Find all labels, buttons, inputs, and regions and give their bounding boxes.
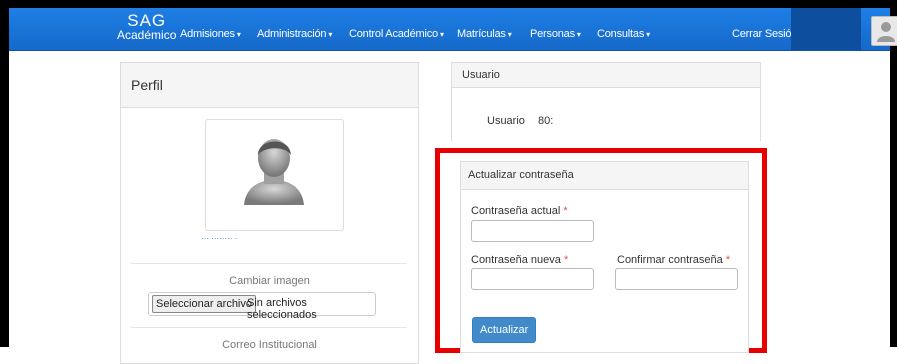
profile-panel: Perfil ··· ········ · Cambiar imagen Sel… <box>120 62 419 364</box>
file-status-text: Sin archivos seleccionados <box>247 297 317 321</box>
nav-personas[interactable]: Personas ▾ <box>530 28 581 40</box>
new-password-label-text: Contraseña nueva <box>471 254 561 266</box>
new-password-input[interactable] <box>471 268 594 290</box>
top-navbar: SAG Académico Admisiones ▾ Administración… <box>9 8 897 51</box>
nav-administracion[interactable]: Administración ▾ <box>257 28 332 40</box>
divider <box>131 327 407 328</box>
user-field-label: Usuario <box>487 115 525 127</box>
confirm-password-label: Confirmar contraseña * <box>617 254 730 266</box>
nav-label: Administración <box>257 28 327 40</box>
nav-admisiones[interactable]: Admisiones ▾ <box>180 28 241 40</box>
logout-link[interactable]: Cerrar Sesió <box>732 28 792 40</box>
brand-subtitle: Académico <box>117 28 177 42</box>
chevron-down-icon: ▾ <box>646 30 650 39</box>
user-silhouette-icon <box>244 139 304 205</box>
screen-frame-left <box>0 0 9 347</box>
screen-frame-top <box>0 0 897 8</box>
nav-control-academico[interactable]: Control Académico ▾ <box>349 28 444 40</box>
profile-photo <box>205 119 344 231</box>
new-password-label: Contraseña nueva * <box>471 254 568 266</box>
user-panel-title: Usuario <box>452 63 760 88</box>
nav-label: Personas <box>530 28 575 40</box>
change-image-label: Cambiar imagen <box>229 275 310 287</box>
user-menu-button[interactable] <box>871 16 897 46</box>
nav-label: Matrículas <box>457 28 506 40</box>
current-password-input[interactable] <box>471 220 594 242</box>
confirm-password-label-text: Confirmar contraseña <box>617 254 723 266</box>
chevron-down-icon: ▾ <box>236 30 241 39</box>
file-input[interactable]: Seleccionar archivo Sin archivos selecci… <box>148 292 376 321</box>
update-password-title: Actualizar contraseña <box>461 162 748 190</box>
brand-title: SAG <box>127 11 167 30</box>
update-password-panel: Actualizar contraseña Contraseña actual … <box>460 161 749 353</box>
nav-label: Consultas <box>597 28 645 40</box>
redacted-area <box>791 8 861 50</box>
chevron-down-icon: ▾ <box>439 30 444 39</box>
profile-name-link[interactable]: ··· ········ · <box>201 234 237 243</box>
user-field-value: 80: <box>538 115 554 127</box>
required-mark: * <box>563 254 569 266</box>
nav-consultas[interactable]: Consultas ▾ <box>597 28 650 40</box>
confirm-password-input[interactable] <box>615 268 738 290</box>
update-password-button[interactable]: Actualizar <box>472 317 537 343</box>
nav-matriculas[interactable]: Matrículas ▾ <box>457 28 512 40</box>
divider <box>131 263 407 264</box>
brand-logo[interactable]: SAG Académico <box>117 12 176 41</box>
required-mark: * <box>725 254 731 266</box>
current-password-label: Contraseña actual * <box>471 205 568 217</box>
institutional-email-label: Correo Institucional <box>222 339 317 351</box>
nav-label: Control Académico <box>349 28 438 40</box>
profile-panel-title: Perfil <box>121 63 418 108</box>
choose-file-button[interactable]: Seleccionar archivo <box>152 295 256 313</box>
nav-label: Admisiones <box>180 28 235 40</box>
required-mark: * <box>563 205 568 217</box>
chevron-down-icon: ▾ <box>328 30 333 39</box>
chevron-down-icon: ▾ <box>576 30 581 39</box>
chevron-down-icon: ▾ <box>507 30 512 39</box>
screen-frame-right <box>890 0 897 347</box>
user-panel: Usuario Usuario 80: <box>451 62 761 141</box>
current-password-label-text: Contraseña actual <box>471 205 561 217</box>
user-avatar-icon <box>877 22 895 42</box>
